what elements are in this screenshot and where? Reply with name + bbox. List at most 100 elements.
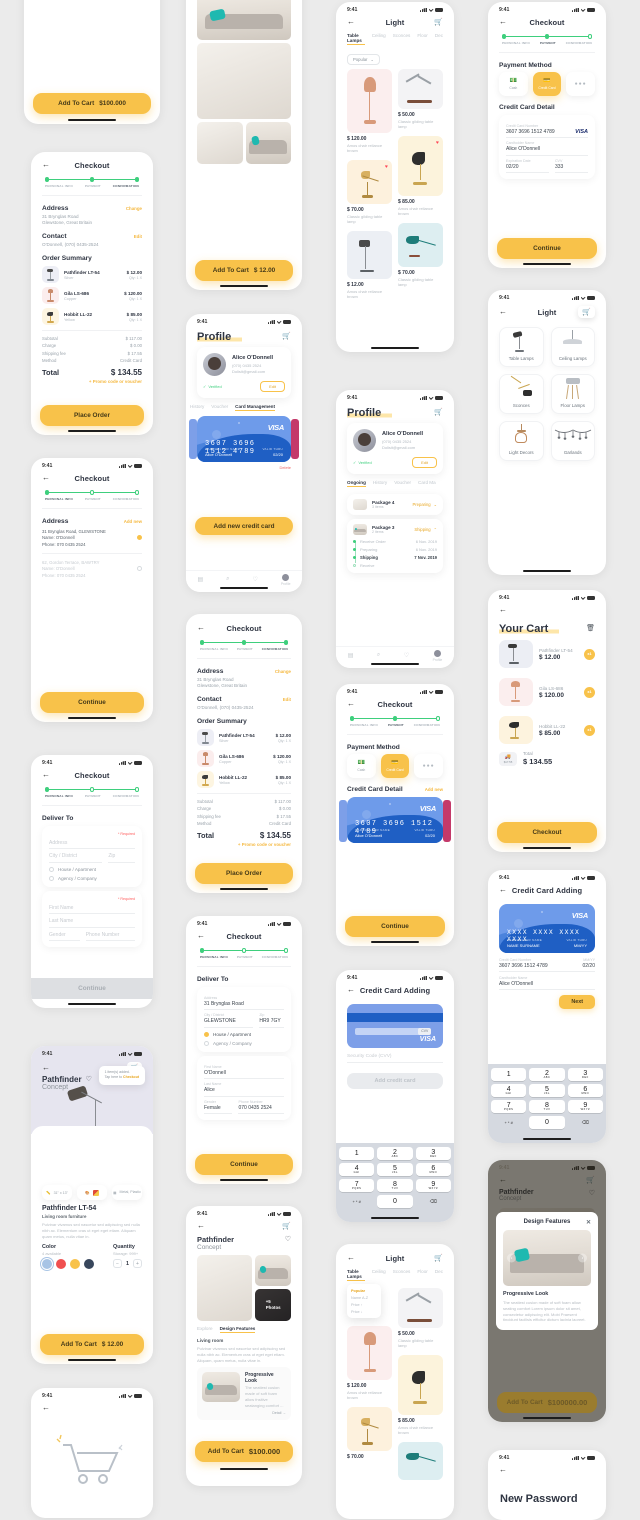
city-input[interactable]: City / District — [49, 849, 103, 863]
cart-icon[interactable]: 🛒 — [578, 306, 595, 318]
spec-material[interactable]: ▦ Metal, Plastic — [112, 1185, 142, 1200]
continue-button[interactable]: Continue — [345, 916, 445, 937]
method-credit-card[interactable]: 💳 Credit Card — [532, 71, 562, 96]
payment-methods[interactable]: 💵 Cash 💳 Credit Card ●●● — [336, 751, 454, 781]
product-card[interactable]: $ 70.00 — [347, 1407, 392, 1460]
next-button[interactable]: Next — [559, 995, 595, 1009]
city-input[interactable]: City / District GLEWSTONE — [204, 1010, 254, 1028]
tab-wallet[interactable]: ▤ — [348, 652, 354, 659]
tab-decors[interactable]: Dec — [435, 1269, 443, 1281]
address-input[interactable]: Address — [49, 836, 135, 849]
key-9[interactable]: 9 WXYZ — [567, 1100, 603, 1113]
spec-dimensions[interactable]: 📏 31" x 13" — [42, 1185, 72, 1200]
key-delete[interactable]: ⌫ — [568, 1116, 603, 1129]
radio-agency[interactable]: Agency / Company — [204, 1040, 284, 1046]
gallery-image[interactable] — [197, 43, 291, 120]
card-peek-right[interactable] — [291, 419, 299, 459]
package-card[interactable]: Package 43 items Preparing ⌄ — [347, 494, 443, 515]
tab-card[interactable]: Card Ma — [418, 480, 436, 487]
cart-icon[interactable]: 🛒 — [434, 18, 443, 26]
tab-history[interactable]: History — [190, 404, 204, 411]
back-icon[interactable]: ← — [499, 606, 507, 614]
sort-option-name-az[interactable]: Name A-Z — [351, 1294, 377, 1301]
key-6[interactable]: 6 MNO — [567, 1084, 603, 1097]
key-1[interactable]: 1 — [491, 1068, 527, 1081]
key-8[interactable]: 8 TUV — [529, 1100, 565, 1113]
key-2[interactable]: 2 ABC — [377, 1147, 413, 1160]
close-icon[interactable]: ✕ — [586, 1219, 591, 1226]
card-number-input[interactable]: Credit Card Number 3607 3696 1512 4789 — [499, 958, 576, 969]
tab-explore[interactable]: Explore — [197, 1326, 213, 1333]
category-light-decors[interactable]: Light Decors — [499, 421, 544, 461]
product-card[interactable]: $ 120.00 Amos chair reliance brown — [347, 1326, 392, 1401]
card-number-input[interactable]: Credit Card Number 3607 3696 1512 4789 VI… — [506, 121, 588, 138]
category-grid[interactable]: Table Lamps Ceiling Lamps Sconces Floor … — [488, 323, 606, 465]
profile-tabs[interactable]: History Voucher Card Management — [186, 402, 302, 414]
product-card[interactable]: $ 70.00 Classic gilding table lamp — [398, 223, 443, 288]
cardholder-input[interactable]: Cardholder Name Alice O'Donnell — [499, 976, 595, 990]
chevron-up-icon[interactable]: ⌃ — [434, 527, 437, 532]
method-more[interactable]: ●●● — [566, 71, 596, 96]
decrement-button[interactable]: − — [113, 1259, 122, 1269]
heart-icon[interactable]: ♡ — [285, 1235, 291, 1243]
continue-button[interactable]: Continue — [40, 692, 144, 713]
address-radio[interactable] — [137, 566, 142, 571]
gender-input[interactable]: Gender Female — [204, 1097, 233, 1114]
back-icon[interactable]: ← — [42, 1063, 50, 1072]
continue-button[interactable]: Continue — [497, 238, 597, 259]
card-peek-left[interactable] — [339, 799, 347, 842]
cart-icon[interactable]: 🛒 — [434, 408, 443, 416]
payment-methods[interactable]: 💵 Cash 💳 Credit Card ●●● — [488, 69, 606, 99]
tab-history[interactable]: History — [373, 480, 387, 487]
add-card-button[interactable]: Add new credit card — [195, 517, 293, 535]
tab-bar[interactable]: ▤ ⌕ ♡ Profile — [336, 646, 454, 668]
add-new-card-link[interactable]: Add new — [425, 787, 443, 792]
key-9[interactable]: 9 WXYZ — [415, 1179, 451, 1192]
add-to-cart-button[interactable]: Add To Cart $ 12.00 — [40, 1334, 144, 1355]
key-symbols[interactable]: + * # — [339, 1195, 374, 1208]
product-card[interactable]: $ 12.00 Amos chair reliance brown — [347, 231, 392, 300]
zip-input[interactable]: Zip — [108, 849, 135, 863]
category-sconces[interactable]: Sconces — [499, 374, 544, 414]
key-0[interactable]: 0 — [377, 1195, 413, 1208]
credit-card[interactable]: VISA 3607 3696 1512 4789 CARDHOLDER NAME… — [197, 416, 291, 462]
cart-item-qty[interactable]: x1 — [584, 724, 595, 736]
cvv-input[interactable]: CVV 333 — [554, 156, 588, 173]
sort-dropdown[interactable]: Popular ⌄ — [347, 54, 380, 65]
category-tabs[interactable]: Table Lamps Ceiling Sconces Floor Dec — [336, 1267, 454, 1284]
sort-option-price-1[interactable]: Price ↑ — [351, 1301, 377, 1308]
gallery-image-more[interactable]: +5 Photos — [255, 1289, 291, 1321]
first-name-input[interactable]: First Name — [49, 901, 135, 914]
key-3[interactable]: 3 DEF — [415, 1147, 451, 1160]
category-floor-lamps[interactable]: Floor Lamps — [550, 374, 595, 414]
swatch-yellow[interactable] — [70, 1259, 80, 1270]
method-credit-card[interactable]: 💳 Credit Card — [380, 753, 410, 778]
add-to-cart-button[interactable]: Add To Cart $100.000 — [33, 93, 151, 114]
back-icon[interactable]: ← — [42, 1404, 50, 1412]
product-card[interactable]: $ 120.00 Amos chair reliance brown — [347, 69, 392, 154]
product-card[interactable]: ♥ $ 85.00 Amos chair reliance brown — [398, 136, 443, 217]
numeric-keypad[interactable]: 1 2 ABC 3 DEF 4 GHI 5 JKL 6 MNO 7 PQRS 8 TUV 9W… — [488, 1064, 606, 1143]
cvv-input[interactable]: Security Code (CVV) — [347, 1054, 443, 1063]
delete-card-link[interactable]: Delete — [186, 462, 302, 470]
expiration-input[interactable]: MM/YY 02/20 — [582, 958, 595, 969]
category-ceiling-lamps[interactable]: Ceiling Lamps — [550, 327, 595, 367]
continue-button[interactable]: Continue — [195, 1154, 293, 1175]
phone-input[interactable]: Phone Number — [85, 928, 135, 941]
tab-table-lamps[interactable]: Table Lamps — [347, 33, 365, 45]
product-card[interactable]: $ 85.00 Amos chair reliance brown — [398, 1355, 443, 1436]
edit-profile-button[interactable]: Edit — [260, 381, 285, 392]
address-radio-selected[interactable] — [137, 535, 142, 540]
phone-input[interactable]: Phone Number 070 0435 2524 — [238, 1097, 284, 1114]
tab-profile[interactable]: Profile — [433, 649, 442, 662]
back-icon[interactable]: ← — [499, 1466, 507, 1474]
zip-input[interactable]: Zip HR9 7GY — [259, 1010, 284, 1028]
promo-link[interactable]: + Promo code or voucher — [42, 379, 142, 384]
feature-detail-link[interactable]: Detail → — [245, 1411, 286, 1415]
tab-ongoing[interactable]: Ongoing — [347, 480, 366, 487]
radio-house[interactable]: House / Apartment — [49, 866, 135, 872]
radio-agency[interactable]: Agency / Company — [49, 875, 135, 881]
checkout-button[interactable]: Checkout — [497, 822, 597, 843]
tab-bar[interactable]: ▤ ⌕ ♡ Profile — [186, 570, 302, 592]
address-option[interactable]: 31 Brynglas Road, GLEWSTONE Name: O'Donn… — [42, 529, 142, 547]
